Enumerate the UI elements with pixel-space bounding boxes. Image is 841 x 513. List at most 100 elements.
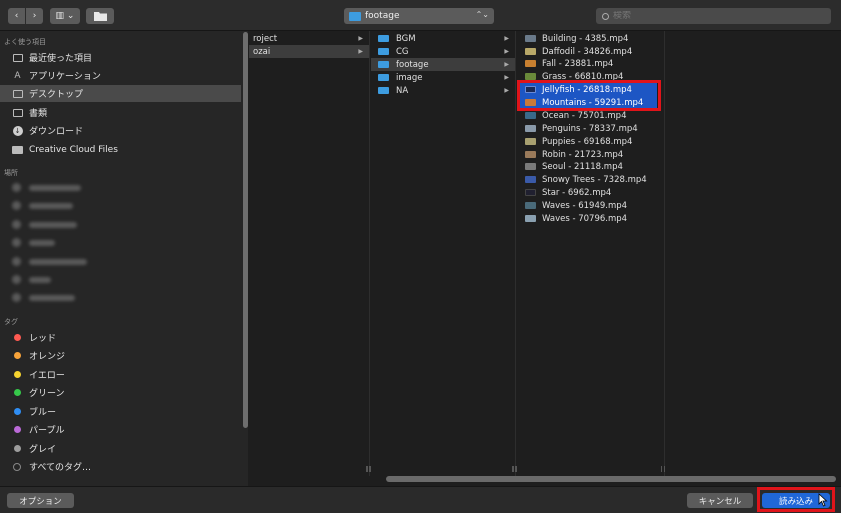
item-label: Star - 6962.mp4 [542,187,612,198]
sidebar-item-label: レッド [29,334,57,344]
item-label: footage [396,59,429,70]
horizontal-scrollbar[interactable] [386,476,836,482]
video-thumbnail-icon [525,138,536,145]
sidebar-item-label: ダウンロード [29,127,84,137]
sidebar-item-location[interactable] [0,234,241,251]
item-label: Puppies - 69168.mp4 [542,136,633,147]
sidebar-item-recents[interactable]: 最近使った項目 [0,49,241,66]
video-thumbnail-icon [525,202,536,209]
sidebar-item-applications[interactable]: A アプリケーション [0,67,241,84]
sidebar-item-tag-red[interactable]: レッド [0,329,241,346]
video-thumbnail-icon [525,112,536,119]
sidebar-item-location[interactable] [0,253,241,270]
folder-icon [349,11,361,21]
list-item[interactable]: Waves - 61949.mp4 [517,199,664,212]
list-item[interactable]: Penguins - 78337.mp4 [517,122,664,135]
chevron-right-icon: › [32,11,37,21]
list-item[interactable]: ozai ▶ [249,45,369,58]
forward-button[interactable]: › [26,8,43,24]
chevron-right-icon: ▶ [504,48,509,55]
drive-icon [12,257,21,266]
sidebar-item-location[interactable] [0,216,241,233]
list-item[interactable]: CG ▶ [371,45,515,58]
toolbar: ‹ › ▥ ⌄ footage ⌃⌄ [0,0,841,31]
mouse-cursor-icon [818,493,828,507]
item-label: Snowy Trees - 7328.mp4 [542,174,647,185]
list-item[interactable]: BGM ▶ [371,32,515,45]
chevron-left-icon: ‹ [14,11,19,21]
list-item[interactable]: Fall - 23881.mp4 [517,57,664,70]
list-item[interactable]: Snowy Trees - 7328.mp4 [517,173,664,186]
sidebar-item-label: オレンジ [29,352,66,362]
list-item[interactable]: Building - 4385.mp4 [517,32,664,45]
sidebar-item-location[interactable] [0,271,241,288]
tag-color-icon [14,426,21,433]
options-button[interactable]: オプション [7,493,74,508]
sidebar-item-label: グリーン [29,389,65,399]
redacted-label [29,221,77,228]
sidebar-item-label: グレイ [29,445,57,455]
video-thumbnail-icon [525,163,536,170]
sidebar-item-tag-purple[interactable]: パープル [0,421,241,438]
list-item[interactable]: Seoul - 21118.mp4 [517,160,664,173]
tag-color-icon [14,334,21,341]
sidebar-item-label: すべてのタグ… [29,463,92,473]
tag-color-icon [14,371,21,378]
column-resize-handle[interactable] [661,466,665,472]
sidebar-item-tag-orange[interactable]: オレンジ [0,347,241,364]
path-label: footage [365,11,400,21]
chevron-right-icon: ▶ [358,35,363,42]
column-2: BGM ▶ CG ▶ footage ▶ image ▶ NA ▶ [367,31,516,476]
list-item[interactable]: NA ▶ [371,84,515,97]
path-popup[interactable]: footage ⌃⌄ [344,8,494,24]
sidebar-item-tag-green[interactable]: グリーン [0,384,241,401]
sidebar-item-label: ブルー [29,408,57,418]
list-item[interactable]: Star - 6962.mp4 [517,186,664,199]
sidebar-item-location[interactable] [0,197,241,214]
sidebar-item-location[interactable] [0,289,241,306]
column-4-empty [666,31,841,476]
item-label: image [396,72,423,83]
column-resize-handle[interactable] [367,466,371,472]
chevron-right-icon: ▶ [504,74,509,81]
item-label: Building - 4385.mp4 [542,33,629,44]
folder-icon [378,61,389,68]
list-item[interactable]: footage ▶ [371,58,515,71]
sidebar-item-tag-blue[interactable]: ブルー [0,403,241,420]
view-mode-button[interactable]: ▥ ⌄ [50,8,80,24]
sidebar-item-location[interactable] [0,179,241,196]
search-input[interactable] [613,11,813,21]
column-view-icon: ▥ ⌄ [55,11,75,21]
video-thumbnail-icon [525,215,536,222]
sidebar-scrollbar[interactable] [243,32,248,428]
drive-icon [12,201,21,210]
column-resize-handle[interactable] [513,466,517,472]
back-button[interactable]: ‹ [8,8,25,24]
list-item[interactable]: image ▶ [371,71,515,84]
new-folder-button[interactable] [86,8,114,24]
item-label: Ocean - 75701.mp4 [542,110,627,121]
list-item[interactable]: Waves - 70796.mp4 [517,212,664,225]
sidebar-item-tag-yellow[interactable]: イエロー [0,366,241,383]
video-thumbnail-icon [525,48,536,55]
sidebar-item-tag-gray[interactable]: グレイ [0,440,241,457]
search-icon [602,12,609,20]
sidebar-item-creative-cloud[interactable]: Creative Cloud Files [0,141,241,158]
sidebar-item-desktop[interactable]: デスクトップ [0,85,241,102]
item-label: NA [396,85,409,96]
sidebar-item-downloads[interactable]: ↓ ダウンロード [0,122,241,139]
search-field[interactable] [596,8,831,24]
folder-icon [378,48,389,55]
list-item[interactable]: Puppies - 69168.mp4 [517,135,664,148]
highlight-annotation [517,80,661,111]
list-item[interactable]: roject ▶ [249,32,369,45]
footer: オプション キャンセル 読み込み [0,486,841,513]
video-thumbnail-icon [525,73,536,80]
sidebar-item-all-tags[interactable]: すべてのタグ… [0,458,241,475]
sidebar-item-label: Creative Cloud Files [29,144,118,155]
sidebar-item-label: 書類 [29,109,48,119]
cancel-button[interactable]: キャンセル [687,493,753,508]
downloads-icon: ↓ [12,125,23,136]
folder-icon [378,74,389,81]
sidebar-item-documents[interactable]: 書類 [0,104,241,121]
